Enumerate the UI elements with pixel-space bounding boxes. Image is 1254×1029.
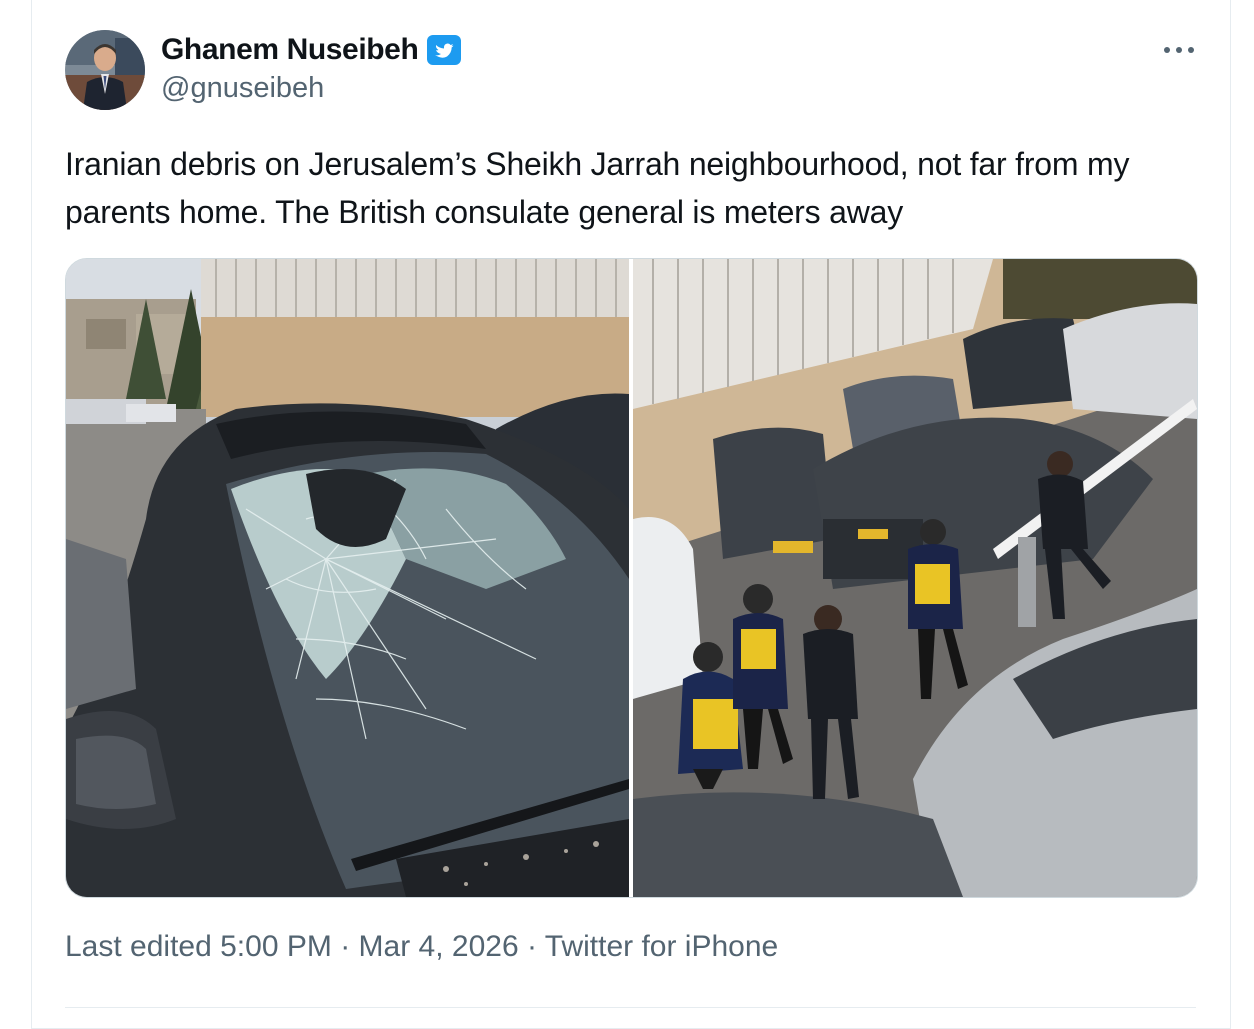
- damaged-car-photo: [66, 259, 629, 897]
- author-name-row[interactable]: Ghanem Nuseibeh: [161, 30, 462, 70]
- tweet-photo-damaged-car[interactable]: [66, 259, 629, 897]
- verified-badge-icon: [426, 34, 462, 66]
- police-scene-photo: [633, 259, 1197, 897]
- author-handle[interactable]: @gnuseibeh: [161, 72, 324, 105]
- more-options-button[interactable]: [1155, 35, 1203, 65]
- tweet-text: Iranian debris on Jerusalem’s Sheikh Jar…: [65, 146, 1130, 230]
- avatar-image: [65, 30, 145, 110]
- tweet-date-link[interactable]: Mar 4, 2026: [359, 930, 519, 963]
- tweet-time: 5:00 PM: [220, 930, 332, 963]
- tweet-photo-police-scene[interactable]: [633, 259, 1197, 897]
- meta-separator: ·: [340, 930, 351, 963]
- edited-label[interactable]: Last edited: [65, 930, 212, 963]
- divider: [65, 1007, 1196, 1008]
- more-dots-icon: [1164, 47, 1194, 53]
- tweet-date: Mar 4, 2026: [358, 930, 519, 963]
- tweet-time-link[interactable]: 5:00 PM: [220, 930, 332, 963]
- meta-separator: ·: [526, 930, 537, 963]
- tweet-media-grid: [65, 258, 1198, 898]
- tweet-meta: Last edited 5:00 PM · Mar 4, 2026 · Twit…: [65, 930, 778, 964]
- tweet-source: Twitter for iPhone: [544, 930, 779, 963]
- author-avatar[interactable]: [65, 30, 145, 110]
- author-display-name[interactable]: Ghanem Nuseibeh: [161, 33, 419, 67]
